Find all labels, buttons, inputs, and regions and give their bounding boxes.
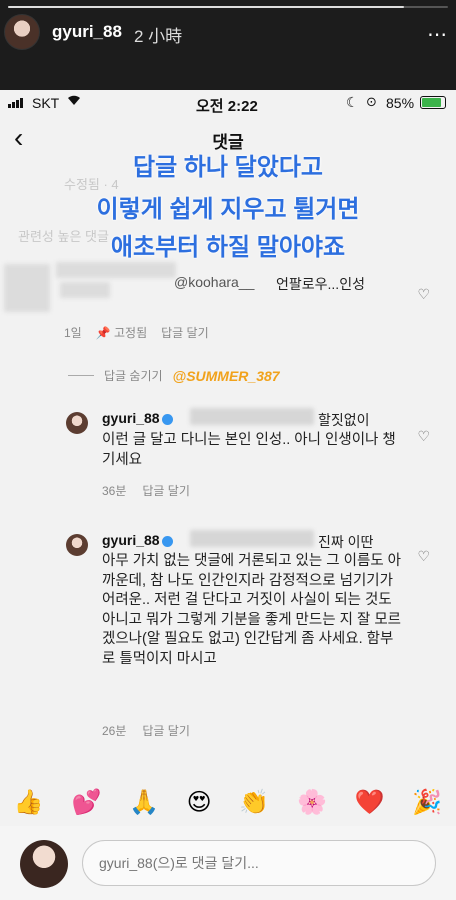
battery-icon [420, 96, 446, 109]
story-avatar[interactable] [4, 14, 40, 50]
hide-replies-label[interactable]: 답글 숨기기 [104, 367, 163, 384]
reply-body: 아무 가치 없는 댓글에 거론되고 있는 그 이름도 아까운데, 참 나도 인간… [102, 553, 402, 667]
reply-time: 26분 [102, 724, 127, 738]
battery-percent: 85% [386, 95, 415, 111]
signal-icon [8, 98, 23, 108]
reply-button[interactable]: 답글 달기 [142, 482, 190, 499]
composer-avatar [20, 840, 68, 888]
clapping-emoji[interactable]: 👏 [239, 788, 269, 817]
blurred-avatar [4, 264, 50, 312]
two-hearts-emoji[interactable]: 💕 [71, 788, 101, 817]
reply-meta: 36분 답글 달기 [102, 482, 190, 499]
reply-button[interactable]: 답글 달기 [161, 324, 209, 341]
reply-username[interactable]: gyuri_88 [102, 532, 173, 548]
story-time: 2 小時 [134, 27, 183, 46]
blurred-username [56, 262, 176, 278]
wifi-icon [66, 94, 82, 109]
reply-suffix: 진짜 이딴 [318, 534, 374, 550]
comments-screen: SKT 오전 2:22 ☾ ⊙ 85% ‹ 댓글 수정됨 · 4 관련성 높은 … [0, 90, 456, 900]
pin-icon: 📌 [95, 326, 111, 340]
verified-badge-icon [161, 413, 173, 425]
like-heart-icon[interactable]: ♡ [417, 548, 430, 565]
overlay-caption-line1: 답글 하나 달았다고 [133, 154, 323, 181]
story-username[interactable]: gyuri_88 [52, 22, 122, 42]
comment-meta: 1일 📌 고정됨 답글 달기 [64, 324, 209, 341]
reply-button[interactable]: 답글 달기 [142, 722, 190, 739]
comment-input[interactable] [82, 840, 436, 886]
story-header: gyuri_88 2 小時 ⋯ [0, 0, 456, 90]
blurred-mention [190, 530, 314, 547]
hide-replies-row[interactable]: 답글 숨기기 @SUMMER_387 [68, 367, 280, 384]
comment-time: 1일 [64, 326, 82, 340]
comment-mention[interactable]: @koohara__ [174, 274, 254, 290]
story-progress-bar [8, 6, 448, 8]
red-heart-emoji[interactable]: ❤️ [355, 788, 385, 817]
reply-avatar[interactable] [66, 534, 88, 556]
status-time: 오전 2:22 [196, 98, 258, 115]
status-bar: SKT 오전 2:22 ☾ ⊙ 85% [0, 90, 456, 116]
reply-meta: 26분 답글 달기 [102, 722, 190, 739]
emoji-reaction-bar: 👍 💕 🙏 😍 👏 🌸 ❤️ 🎉 [0, 780, 456, 824]
comment-composer [0, 826, 456, 900]
like-heart-icon[interactable]: ♡ [417, 286, 430, 303]
verified-badge-icon [161, 535, 173, 547]
more-options-icon[interactable]: ⋯ [427, 22, 448, 47]
pinned-label: 📌 고정됨 [95, 326, 148, 340]
flower-emoji[interactable]: 🌸 [297, 788, 327, 817]
reply-suffix: 할짓없이 [318, 412, 370, 428]
summer-watermark: @SUMMER_387 [172, 367, 280, 384]
overlay-caption-line3: 애초부터 하질 말아야죠 [110, 234, 346, 261]
folded-hands-emoji[interactable]: 🙏 [129, 788, 159, 817]
party-popper-emoji[interactable]: 🎉 [412, 788, 442, 817]
carrier-label: SKT [32, 95, 60, 111]
reply-avatar[interactable] [66, 412, 88, 434]
thumbs-up-emoji[interactable]: 👍 [14, 788, 44, 817]
reply-body: 이런 글 달고 다니는 본인 인성.. 아니 인생이나 챙기세요 [102, 432, 396, 468]
orientation-lock-icon: ⊙ [366, 94, 377, 109]
reply-username[interactable]: gyuri_88 [102, 410, 173, 426]
overlay-caption-line2: 이렇게 쉽게 지우고 튈거면 [96, 196, 360, 223]
divider-line [68, 375, 94, 376]
story-progress-fill [8, 6, 404, 8]
blurred-mention [190, 408, 314, 425]
heart-eyes-emoji[interactable]: 😍 [187, 788, 212, 817]
blurred-text [60, 282, 110, 298]
reply-time: 36분 [102, 484, 127, 498]
comment-text: 언팔로우...인성 [276, 276, 365, 292]
moon-icon: ☾ [346, 94, 359, 110]
like-heart-icon[interactable]: ♡ [417, 428, 430, 445]
